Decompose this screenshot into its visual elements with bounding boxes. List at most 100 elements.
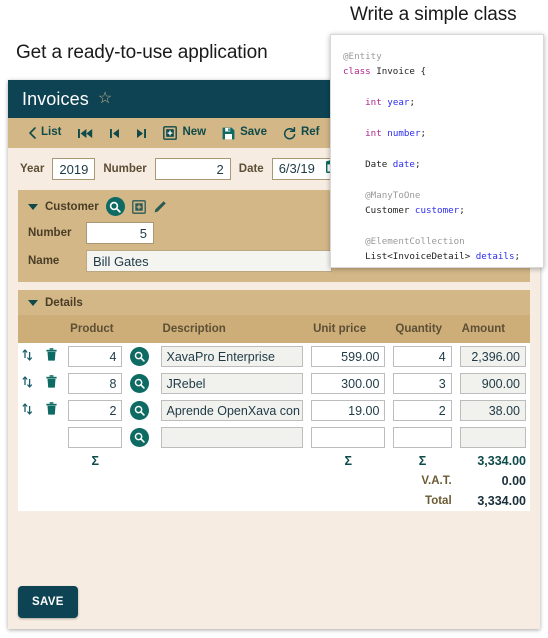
description-input[interactable] — [161, 427, 304, 448]
details-table-head: Product Description Unit price Quantity … — [18, 315, 530, 343]
lookup-search-icon[interactable] — [130, 428, 149, 447]
vat-spacer — [18, 471, 389, 491]
bottom-action-bar: SAVE — [8, 575, 540, 629]
row-amount-cell: 900.00 — [456, 370, 530, 397]
amount-value: 38.00 — [460, 400, 526, 421]
description-input[interactable]: XavaPro Enterprise — [161, 346, 304, 367]
details-table-body: 4XavaPro Enterprise599.0042,396.008JRebe… — [18, 343, 530, 451]
details-table-foot: Σ Σ Σ 3,334.00 V.A.T. 0.00 — [18, 451, 530, 511]
year-input[interactable]: 2019 — [52, 158, 95, 180]
product-input[interactable]: 8 — [68, 373, 122, 394]
row-delete-button[interactable] — [42, 397, 64, 424]
row-product-cell: 8 — [64, 370, 126, 397]
sum-sigma-quantity[interactable]: Σ — [389, 451, 455, 471]
sum-spacer-1 — [18, 451, 42, 471]
unit-price-input[interactable] — [311, 427, 385, 448]
row-sort-handle[interactable] — [18, 397, 42, 424]
sum-spacer-3 — [126, 451, 156, 471]
amount-value — [460, 427, 526, 448]
sum-total-amount: 3,334.00 — [456, 451, 530, 471]
total-value: 3,334.00 — [456, 491, 530, 511]
row-quantity-cell — [389, 424, 455, 451]
col-header-amount[interactable]: Amount — [456, 315, 530, 343]
product-input[interactable] — [68, 427, 122, 448]
row-lookup-cell — [126, 397, 156, 424]
row-lookup-cell — [126, 424, 156, 451]
toolbar-label-new: New — [182, 127, 206, 139]
toolbar-button-previous[interactable] — [101, 118, 128, 148]
details-header-row: Product Description Unit price Quantity … — [18, 315, 530, 343]
customer-number-input[interactable]: 5 — [86, 222, 154, 244]
details-table: Product Description Unit price Quantity … — [18, 315, 530, 511]
edit-pencil-icon[interactable] — [153, 200, 167, 214]
lookup-search-icon[interactable] — [130, 347, 149, 366]
col-header-quantity[interactable]: Quantity — [389, 315, 455, 343]
row-product-cell — [64, 424, 126, 451]
quantity-input[interactable] — [393, 427, 451, 448]
row-quantity-cell: 2 — [389, 397, 455, 424]
lookup-search-icon[interactable] — [130, 401, 149, 420]
unit-price-input[interactable]: 300.00 — [311, 373, 385, 394]
sum-sigma-product[interactable]: Σ — [64, 451, 126, 471]
row-sort-handle[interactable] — [18, 343, 42, 370]
total-row: Total 3,334.00 — [18, 491, 530, 511]
quantity-input[interactable]: 3 — [393, 373, 451, 394]
quantity-input[interactable]: 4 — [393, 346, 451, 367]
add-icon[interactable] — [132, 200, 146, 214]
caption-code: Write a simple class — [350, 4, 517, 26]
toolbar-button-first[interactable] — [69, 118, 101, 148]
details-section-title: Details — [45, 297, 83, 309]
toolbar-button-list[interactable]: List — [20, 118, 69, 148]
description-input[interactable]: Aprende OpenXava con — [161, 400, 304, 421]
col-header-product[interactable]: Product — [64, 315, 126, 343]
star-icon[interactable]: ☆ — [98, 91, 112, 107]
sum-spacer-2 — [42, 451, 64, 471]
row-description-cell: Aprende OpenXava con — [157, 397, 308, 424]
search-icon[interactable] — [106, 197, 125, 216]
toolbar-button-refresh[interactable]: Ref — [275, 118, 328, 148]
unit-price-input[interactable]: 19.00 — [311, 400, 385, 421]
number-input[interactable]: 2 — [155, 158, 231, 180]
row-lookup-cell — [126, 343, 156, 370]
product-input[interactable]: 2 — [68, 400, 122, 421]
customer-section-title: Customer — [45, 201, 99, 213]
unit-price-input[interactable]: 599.00 — [311, 346, 385, 367]
vat-row: V.A.T. 0.00 — [18, 471, 530, 491]
lookup-search-icon[interactable] — [130, 374, 149, 393]
caret-down-icon[interactable] — [28, 204, 38, 210]
quantity-input[interactable]: 2 — [393, 400, 451, 421]
customer-number-label: Number — [28, 227, 86, 239]
total-label: Total — [389, 491, 455, 511]
description-input[interactable]: JRebel — [161, 373, 304, 394]
row-delete-button[interactable] — [42, 370, 64, 397]
toolbar-button-new[interactable]: New — [155, 118, 214, 148]
product-input[interactable]: 4 — [68, 346, 122, 367]
toolbar-button-next[interactable] — [128, 118, 155, 148]
col-header-lookup — [126, 315, 156, 343]
skip-first-icon — [77, 128, 93, 139]
save-button[interactable]: SAVE — [18, 586, 78, 618]
date-value: 6/3/19 — [279, 158, 315, 180]
details-section: Details Product — [18, 290, 530, 511]
details-section-header[interactable]: Details — [28, 297, 520, 309]
caption-application: Get a ready-to-use application — [16, 42, 268, 64]
row-lookup-cell — [126, 370, 156, 397]
col-header-description[interactable]: Description — [157, 315, 308, 343]
col-header-unit-price[interactable]: Unit price — [307, 315, 389, 343]
table-row: 8 JRebel 300.00 3900.00 — [18, 370, 530, 397]
previous-icon — [109, 128, 120, 139]
sum-sigma-unit-price[interactable]: Σ — [307, 451, 389, 471]
row-description-cell — [157, 424, 308, 451]
toolbar-label-list: List — [41, 127, 61, 139]
customer-name-input[interactable]: Bill Gates — [86, 250, 332, 272]
row-sort-handle[interactable] — [18, 370, 42, 397]
row-unit-price-cell: 599.00 — [307, 343, 389, 370]
customer-name-label: Name — [28, 255, 86, 267]
number-label: Number — [103, 163, 146, 175]
code-block: @Entity class Invoice { int year; int nu… — [343, 49, 533, 268]
caret-down-icon[interactable] — [28, 300, 38, 306]
row-delete-button[interactable] — [42, 343, 64, 370]
new-document-icon — [163, 126, 177, 140]
row-description-cell: XavaPro Enterprise — [157, 343, 308, 370]
toolbar-button-save[interactable]: Save — [214, 118, 275, 148]
